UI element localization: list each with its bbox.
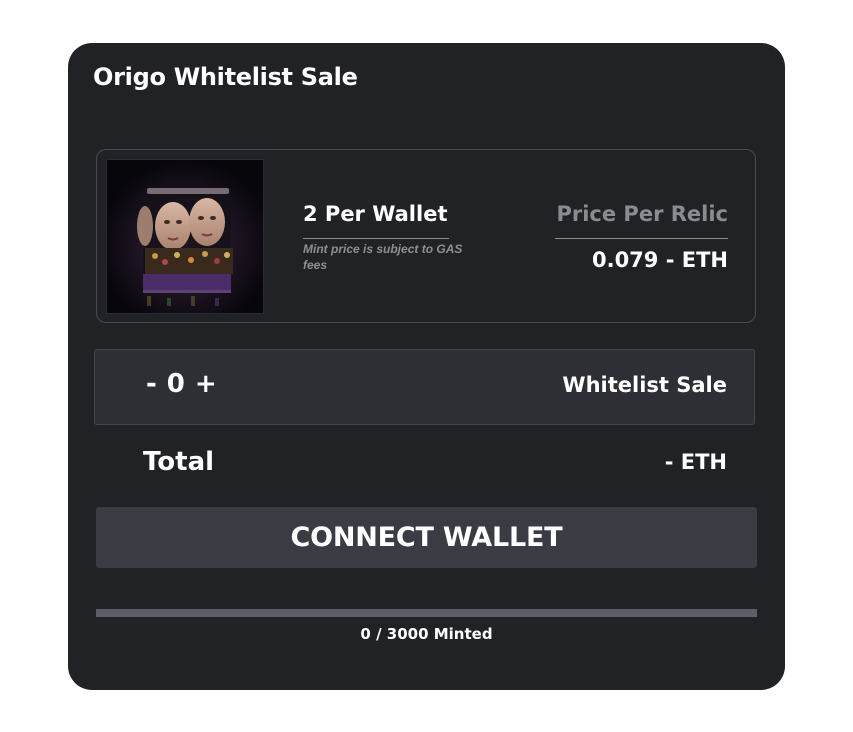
- card-title: Origo Whitelist Sale: [93, 63, 358, 91]
- relic-image: [106, 159, 264, 314]
- price-label: Price Per Relic: [556, 202, 728, 226]
- sale-card: Origo Whitelist Sale 2 Per Wallet Mint p…: [68, 43, 785, 690]
- product-panel: 2 Per Wallet Mint price is subject to GA…: [96, 149, 756, 323]
- gas-fee-note: Mint price is subject to GAS fees: [303, 242, 463, 272]
- relic-artwork-graphic: [107, 160, 263, 313]
- price-value: 0.079 - ETH: [591, 248, 728, 272]
- decrement-button[interactable]: -: [146, 369, 157, 399]
- connect-wallet-button[interactable]: CONNECT WALLET: [96, 507, 757, 568]
- per-wallet-limit: 2 Per Wallet: [303, 202, 448, 226]
- divider: [303, 238, 449, 239]
- total-label: Total: [143, 447, 215, 477]
- sale-type-label: Whitelist Sale: [562, 373, 727, 397]
- minted-count: 0 / 3000 Minted: [360, 625, 493, 643]
- quantity-panel: - 0 + Whitelist Sale: [94, 349, 755, 425]
- increment-button[interactable]: +: [195, 369, 217, 399]
- divider: [555, 238, 728, 239]
- quantity-value: 0: [166, 369, 185, 399]
- mint-progress-bar: [96, 609, 757, 617]
- total-value: - ETH: [664, 450, 727, 474]
- quantity-stepper: - 0 +: [146, 369, 217, 399]
